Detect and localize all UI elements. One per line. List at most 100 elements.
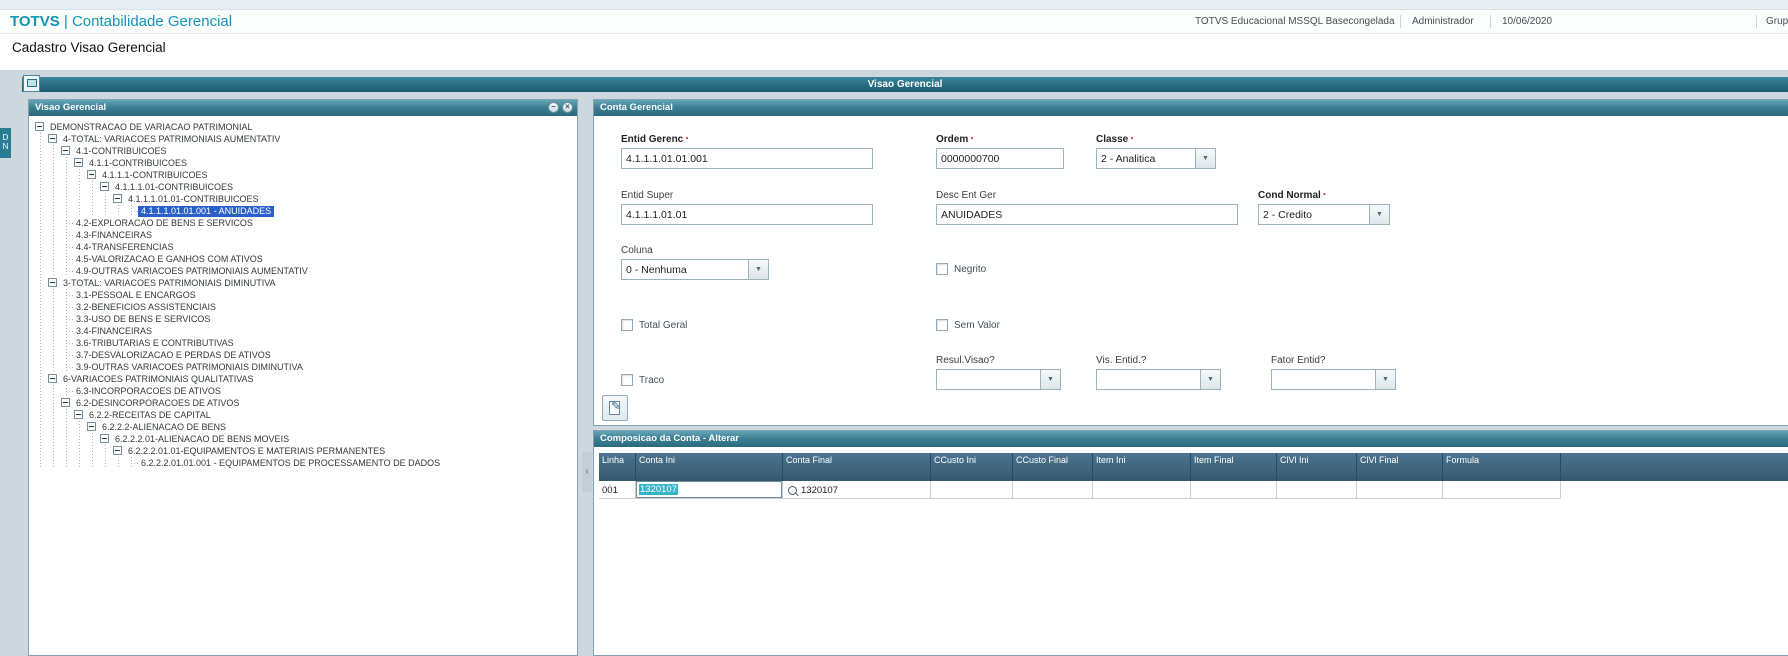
entid-super-input[interactable] (621, 204, 873, 225)
tree-node[interactable]: 4.1.1.1.01-CONTRIBUICOES (34, 181, 577, 193)
tree-node-label[interactable]: 6.2.2.2.01.01.001 - EQUIPAMENTOS DE PROC… (138, 458, 443, 469)
grid-cell-formula[interactable] (1443, 481, 1561, 499)
tree-expander-icon[interactable] (47, 277, 60, 289)
grid-col-item-ini[interactable]: Item Ini (1093, 453, 1191, 481)
grid-cell-ccusto-final[interactable] (1013, 481, 1093, 499)
tree-node-label[interactable]: 4.1.1.1-CONTRIBUICOES (99, 170, 211, 181)
tree-expander-icon[interactable] (73, 157, 86, 169)
tree-node-label[interactable]: 6.2.2-RECEITAS DE CAPITAL (86, 410, 214, 421)
tree-node-label[interactable]: 4.1.1-CONTRIBUICOES (86, 158, 190, 169)
tree-node-label[interactable]: 4.1.1.1.01-CONTRIBUICOES (112, 182, 236, 193)
tree-node-label[interactable]: 4.2-EXPLORACAO DE BENS E SERVICOS (73, 218, 256, 229)
tree-node-label[interactable]: 4.4-TRANSFERENCIAS (73, 242, 177, 253)
window-icon[interactable] (23, 75, 40, 92)
resul-visao-input[interactable] (936, 369, 1041, 390)
classe-combobox[interactable]: ▼ (1096, 148, 1216, 169)
chevron-down-icon[interactable]: ▼ (749, 259, 769, 280)
ordem-input[interactable] (936, 148, 1064, 169)
tree-node[interactable]: 4.4-TRANSFERENCIAS (34, 241, 577, 253)
resul-visao-combobox[interactable]: ▼ (936, 369, 1061, 390)
tree-node[interactable]: 6.2.2.2.01-ALIENACAO DE BENS MOVEIS (34, 433, 577, 445)
tree-node-label[interactable]: 3.4-FINANCEIRAS (73, 326, 155, 337)
chevron-down-icon[interactable]: ▼ (1041, 369, 1061, 390)
tree-expander-icon[interactable] (34, 121, 47, 133)
tree-node[interactable]: 6.2-DESINCORPORACOES DE ATIVOS (34, 397, 577, 409)
grid-col-ccusto-ini[interactable]: CCusto Ini (931, 453, 1013, 481)
tree-node[interactable]: 4-TOTAL: VARIACOES PATRIMONIAIS AUMENTAT… (34, 133, 577, 145)
grid-cell-item-final[interactable] (1191, 481, 1277, 499)
negrito-checkbox[interactable] (936, 263, 948, 275)
tree-expander-icon[interactable] (112, 445, 125, 457)
tree-node-label[interactable]: 4.9-OUTRAS VARIACOES PATRIMONIAIS AUMENT… (73, 266, 311, 277)
tree-node[interactable]: 3-TOTAL: VARIACOES PATRIMONIAIS DIMINUTI… (34, 277, 577, 289)
tree-node[interactable]: 6.2.2.2.01.01-EQUIPAMENTOS E MATERIAIS P… (34, 445, 577, 457)
tree-node-label[interactable]: 6.2.2.2-ALIENACAO DE BENS (99, 422, 229, 433)
window-titlebar[interactable]: Visao Gerencial (22, 77, 1788, 92)
chevron-down-icon[interactable]: ▼ (1196, 148, 1216, 169)
grid-cell-clvl-final[interactable] (1357, 481, 1443, 499)
tree-node[interactable]: 6.2.2.2-ALIENACAO DE BENS (34, 421, 577, 433)
tree-expander-icon[interactable] (47, 133, 60, 145)
tree-node-label[interactable]: 4.1.1.1.01.01-CONTRIBUICOES (125, 194, 262, 205)
entid-gerenc-input[interactable] (621, 148, 873, 169)
tree-node-label[interactable]: 3-TOTAL: VARIACOES PATRIMONIAIS DIMINUTI… (60, 278, 279, 289)
traco-checkbox-row[interactable]: Traco (621, 374, 664, 386)
tree-node[interactable]: 4.3-FINANCEIRAS (34, 229, 577, 241)
chevron-down-icon[interactable]: ▼ (1370, 204, 1390, 225)
tree-expander-icon[interactable] (112, 193, 125, 205)
tree-node[interactable]: 6.3-INCORPORACOES DE ATIVOS (34, 385, 577, 397)
edit-button[interactable]: ✎ (602, 395, 628, 421)
grid-col-clvl-ini[interactable]: ClVl Ini (1277, 453, 1357, 481)
chevron-down-icon[interactable]: ▼ (1201, 369, 1221, 390)
tree-expander-icon[interactable] (60, 145, 73, 157)
form-panel-titlebar[interactable]: Conta Gerencial (594, 100, 1788, 116)
tree-node[interactable]: 6-VARIACOES PATRIMONIAIS QUALITATIVAS (34, 373, 577, 385)
grid-col-ccusto-final[interactable]: CCusto Final (1013, 453, 1093, 481)
tree-expander-icon[interactable] (86, 421, 99, 433)
tree-panel-titlebar[interactable]: Visao Gerencial – × (29, 100, 577, 116)
tree-expander-icon[interactable] (60, 397, 73, 409)
tree-node[interactable]: 3.1-PESSOAL E ENCARGOS (34, 289, 577, 301)
tree-expander-icon[interactable] (47, 373, 60, 385)
close-icon[interactable]: × (562, 102, 573, 113)
total-geral-checkbox[interactable] (621, 319, 633, 331)
coluna-combobox[interactable]: ▼ (621, 259, 769, 280)
tree-expander-icon[interactable] (86, 169, 99, 181)
total-geral-checkbox-row[interactable]: Total Geral (621, 319, 687, 331)
tree-node-label-selected[interactable]: 4.1.1.1.01.01.001 - ANUIDADES (138, 205, 275, 217)
grid-cell-ccusto-ini[interactable] (931, 481, 1013, 499)
grid-panel-titlebar[interactable]: Composicao da Conta - Alterar (594, 431, 1788, 447)
classe-input[interactable] (1096, 148, 1196, 169)
lookup-magnifier-icon[interactable] (788, 486, 797, 495)
grid-col-conta-ini[interactable]: Conta Ini (636, 453, 783, 481)
tree-node[interactable]: 3.6-TRIBUTARIAS E CONTRIBUTIVAS (34, 337, 577, 349)
grid-cell-item-ini[interactable] (1093, 481, 1191, 499)
grid-col-linha[interactable]: Linha (599, 453, 636, 481)
tree-node[interactable]: 4.5-VALORIZACAO E GANHOS COM ATIVOS (34, 253, 577, 265)
cond-normal-input[interactable] (1258, 204, 1370, 225)
fator-entid-input[interactable] (1271, 369, 1376, 390)
sem-valor-checkbox[interactable] (936, 319, 948, 331)
tree-node-label[interactable]: 4.5-VALORIZACAO E GANHOS COM ATIVOS (73, 254, 266, 265)
tree-node-label[interactable]: 6.2-DESINCORPORACOES DE ATIVOS (73, 398, 242, 409)
tree-node-label[interactable]: 3.7-DESVALORIZACAO E PERDAS DE ATIVOS (73, 350, 274, 361)
conta-ini-edit-field[interactable]: 1320107 (636, 481, 782, 498)
tree-node[interactable]: 4.9-OUTRAS VARIACOES PATRIMONIAIS AUMENT… (34, 265, 577, 277)
tree-node[interactable]: 3.3-USO DE BENS E SERVICOS (34, 313, 577, 325)
tree-node-label[interactable]: 3.9-OUTRAS VARIACOES PATRIMONIAIS DIMINU… (73, 362, 306, 373)
tree-node[interactable]: 3.4-FINANCEIRAS (34, 325, 577, 337)
tree-node[interactable]: 4.1-CONTRIBUICOES (34, 145, 577, 157)
tree-node[interactable]: 6.2.2.2.01.01.001 - EQUIPAMENTOS DE PROC… (34, 457, 577, 469)
grid-col-item-final[interactable]: Item Final (1191, 453, 1277, 481)
tree-node[interactable]: 4.1.1.1.01.01-CONTRIBUICOES (34, 193, 577, 205)
tree-node[interactable]: 4.1.1.1-CONTRIBUICOES (34, 169, 577, 181)
coluna-input[interactable] (621, 259, 749, 280)
vis-entid-input[interactable] (1096, 369, 1201, 390)
tree-node[interactable]: 4.1.1.1.01.01.001 - ANUIDADES (34, 205, 577, 217)
vis-entid-combobox[interactable]: ▼ (1096, 369, 1221, 390)
tree-node-label[interactable]: 4.1-CONTRIBUICOES (73, 146, 170, 157)
tree-node-label[interactable]: 3.3-USO DE BENS E SERVICOS (73, 314, 213, 325)
grid-cell-conta-final[interactable]: 1320107 (783, 481, 931, 499)
collapse-panel-button[interactable]: ‹ (582, 452, 592, 492)
tree-node-label[interactable]: 3.6-TRIBUTARIAS E CONTRIBUTIVAS (73, 338, 237, 349)
